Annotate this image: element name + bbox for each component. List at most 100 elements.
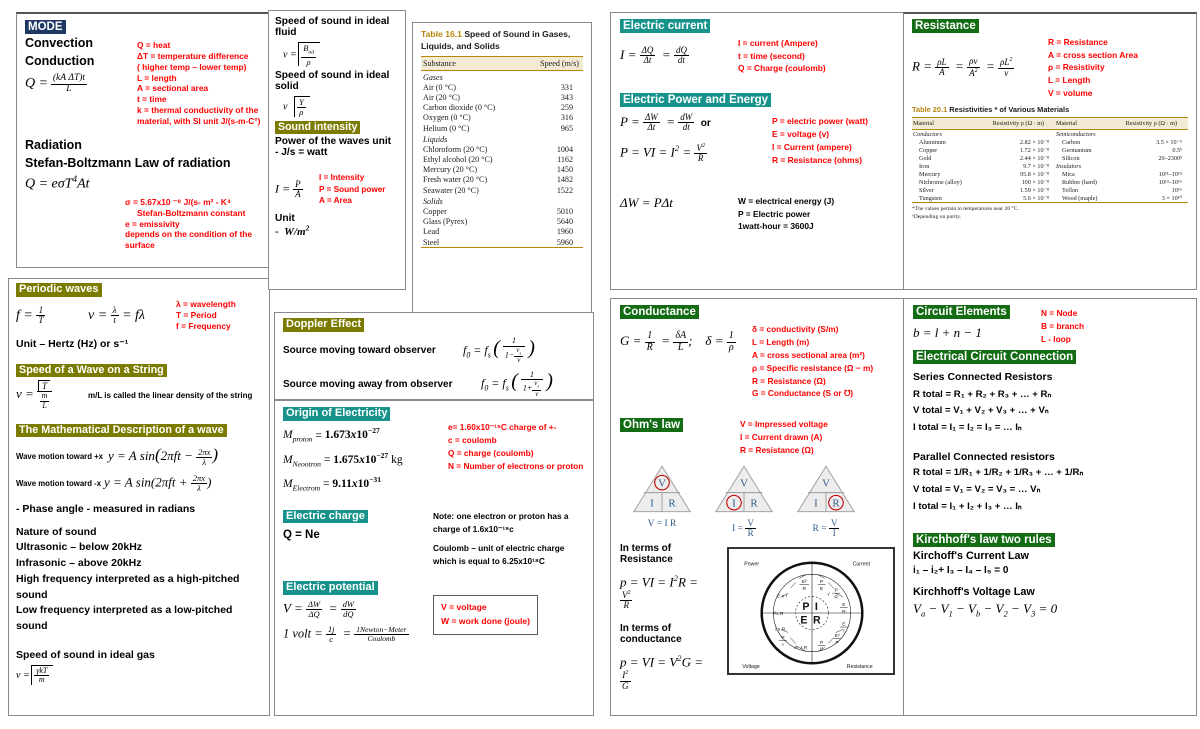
resistance-heading: Resistance: [912, 19, 1188, 34]
electric-power-formula-2: P = VI = I2 = V2 R: [620, 142, 707, 164]
table-row: Ethyl alcohol (20 °C) 1162: [421, 155, 583, 165]
wave-plus-label: Wave motion toward +x: [16, 451, 104, 461]
nature-title: Nature of sound: [16, 525, 97, 538]
electric-charge-heading-label: Electric charge: [283, 509, 368, 524]
svg-text:R: R: [832, 497, 840, 509]
power-resistance-formula: p = VI = I2R = V2 R: [620, 572, 702, 611]
cell-speed: 1960: [556, 227, 573, 237]
origin-heading-label: Origin of Electricity: [283, 407, 391, 421]
svg-text:√P x R: √P x R: [794, 644, 808, 649]
mode-stefan-title: Stefan-Boltzmann Law of radiation: [25, 156, 231, 171]
cell-substance: Air (0 °C): [423, 82, 456, 92]
panel-mode: MODE Convection Conduction Q = (kA ΔT)t …: [16, 12, 278, 268]
svg-text:I²x R: I²x R: [773, 611, 784, 617]
panel-electric-current: Electric current I = ΔQ Δt = dQ dt I = cur…: [610, 12, 905, 290]
table-16-1-group-row: Solids: [421, 195, 583, 206]
cell-material-left: Copper: [919, 146, 938, 154]
electric-energy-legend: W = electrical energy (J) P = Electric p…: [738, 196, 835, 232]
electric-potential-heading: Electric potential: [283, 581, 433, 595]
parallel-line-0: R total = 1/R₁ + 1/R₂ + 1/R₃ + … + 1/Rₙ: [913, 466, 1084, 478]
cell-speed: 5010: [556, 206, 573, 216]
table-row: Glass (Pyrex) 5640: [421, 217, 583, 227]
cell-substance: Carbon dioxide (0 °C): [423, 103, 496, 113]
wave-string-heading-label: Speed of a Wave on a String: [16, 363, 167, 377]
cell-substance: Lead: [423, 227, 440, 237]
electric-potential-heading-label: Electric potential: [283, 581, 378, 595]
resistance-heading-label: Resistance: [912, 19, 979, 34]
cell-resistivity-left: 2.82 × 10⁻⁸: [1020, 138, 1050, 146]
table-row: Conductors Semiconductors: [912, 130, 1188, 139]
svg-text:V: V: [822, 477, 830, 489]
circuit-elements-legend: N = Node B = branch L - loop: [1041, 308, 1085, 344]
svg-text:V: V: [740, 477, 748, 489]
periodic-waves-legend: λ = wavelength T = Period f = Frequency: [176, 298, 236, 332]
cell-material-right: Carbon: [1062, 138, 1081, 146]
mode-radiation-title: Radiation: [25, 138, 82, 153]
sound-unit-line: - W/m2: [275, 223, 310, 238]
power-wheel-box: Power Current Voltage Resistance P I E R…: [727, 546, 895, 675]
table-20-1: Table 20.1 Resistivities * of Various Ma…: [912, 105, 1188, 206]
cell-speed: 1162: [557, 155, 573, 165]
electric-power-legend: P = electric power (watt) E = voltage (v…: [772, 115, 868, 165]
electric-current-heading: Electric current: [620, 19, 895, 34]
cell-resistivity-left: 1.72 × 10⁻⁸: [1020, 146, 1050, 154]
nature-line-1: Infrasonic – above 20kHz: [16, 557, 142, 570]
table-end-rule: [421, 247, 583, 251]
electric-current-heading-label: Electric current: [620, 19, 711, 34]
ideal-gas-formula: v = γkT m: [16, 664, 262, 685]
svg-text:E: E: [820, 585, 824, 591]
ohms-triangle-caption-2: I = VR: [732, 517, 756, 539]
cell-substance: Fresh water (20 °C): [423, 175, 488, 185]
cell-resistivity-right: 20–2300ᵇ: [1158, 154, 1182, 162]
table-row: Mercury (20 °C) 1450: [421, 165, 583, 175]
wave-speed-formula: v = λt = fλ: [88, 304, 145, 326]
panel-conductance: Conductance G = 1R = δA L; δ = 1ρ δ = con…: [610, 298, 905, 716]
panel-waves: Periodic waves f = 1T v = λt = fλ λ = wa…: [8, 278, 270, 716]
doppler-away-formula: f0 = fs ( 1 1+ vs v ): [481, 370, 553, 398]
electric-power-heading-label: Electric Power and Energy: [620, 92, 772, 107]
table-row: Copper 1.72 × 10⁻⁸ Germanium 0.5ᵇ: [912, 146, 1188, 154]
mode-radiation-formula: Q = eσT4At: [25, 173, 90, 192]
table-row: Carbon dioxide (0 °C) 259: [421, 103, 583, 113]
doppler-heading: Doppler Effect: [283, 318, 585, 332]
kcl-title: Kirchoff's Current Law: [913, 550, 1029, 563]
parallel-line-1: V total = V₁ = V₂ = V₃ = … Vₙ: [913, 483, 1041, 495]
cell-resistivity-left: 1.59 × 10⁻⁸: [1020, 186, 1050, 194]
cell-speed: 1482: [556, 175, 573, 185]
cell-material-left: Mercury: [919, 170, 941, 178]
cell-material-right: Teflon: [1062, 186, 1079, 194]
sound-solid-title: Speed of sound in ideal solid: [275, 70, 390, 93]
cell-resistivity-left: 95.8 × 10⁻⁸: [1020, 170, 1050, 178]
svg-text:R: R: [668, 497, 676, 509]
resistance-legend: R = Resistance A = cross section Area ρ …: [1048, 37, 1138, 98]
sound-intensity-heading: Sound intensity: [275, 121, 399, 135]
cell-material-right: Wood (maple): [1062, 194, 1098, 202]
wheel-label-voltage: Voltage: [742, 664, 760, 670]
table-row: Copper 5010: [421, 206, 583, 216]
group-label: Gases: [423, 72, 443, 82]
table-row: Seawater (20 °C) 1522: [421, 185, 583, 195]
sound-solid-formula: v Yρ: [283, 96, 399, 118]
svg-text:I: I: [650, 497, 654, 509]
svg-text:R: R: [834, 594, 838, 600]
svg-text:E²: E²: [835, 633, 840, 639]
table-end-rule: [912, 202, 1188, 206]
cell-material-right: Mica: [1062, 170, 1075, 178]
cell-substance: Steel: [423, 237, 440, 247]
cell-material-right: Rubber (hard): [1062, 178, 1097, 186]
circuit-connection-heading-label: Electrical Circuit Connection: [913, 349, 1077, 364]
cell-speed: 1004: [556, 144, 573, 154]
cell-substance: Air (20 °C): [423, 93, 460, 103]
mode-heading: MODE: [25, 20, 269, 35]
table-row: Air (20 °C) 343: [421, 92, 583, 102]
table-20-1-title: Resistivities * of Various Materials: [949, 105, 1070, 115]
cell-material-left: Silver: [919, 186, 934, 194]
mode-conduction-formula: Q = (kA ΔT)t L: [25, 73, 88, 95]
table-16-1-group-row: Liquids: [421, 133, 583, 144]
cell-resistivity-right: 3 × 10¹⁰: [1161, 194, 1182, 202]
svg-text:I: I: [782, 642, 783, 648]
group-label-right: Semiconductors: [1056, 130, 1096, 138]
svg-text:E²: E²: [802, 579, 807, 585]
mass-proton: Mproton = 1.673x10−27: [283, 426, 380, 444]
cell-speed: 343: [560, 93, 573, 103]
